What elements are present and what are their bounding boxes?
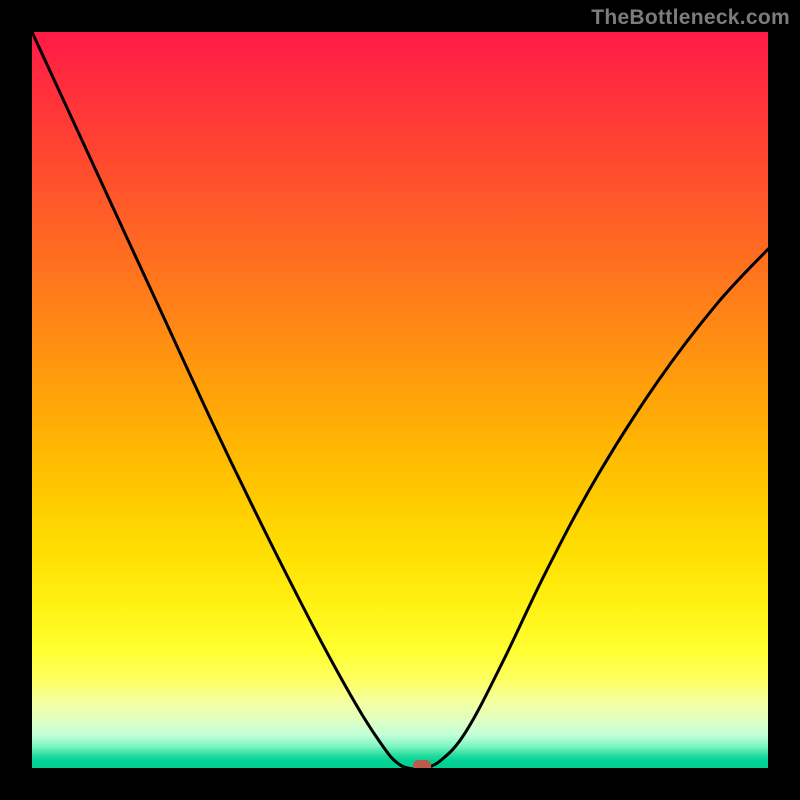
minimum-marker: [413, 760, 431, 768]
bottleneck-curve: [32, 32, 768, 768]
bottleneck-curve-svg: [32, 32, 768, 768]
watermark-text: TheBottleneck.com: [591, 6, 790, 30]
chart-frame: TheBottleneck.com: [0, 0, 800, 800]
plot-area: [32, 32, 768, 768]
